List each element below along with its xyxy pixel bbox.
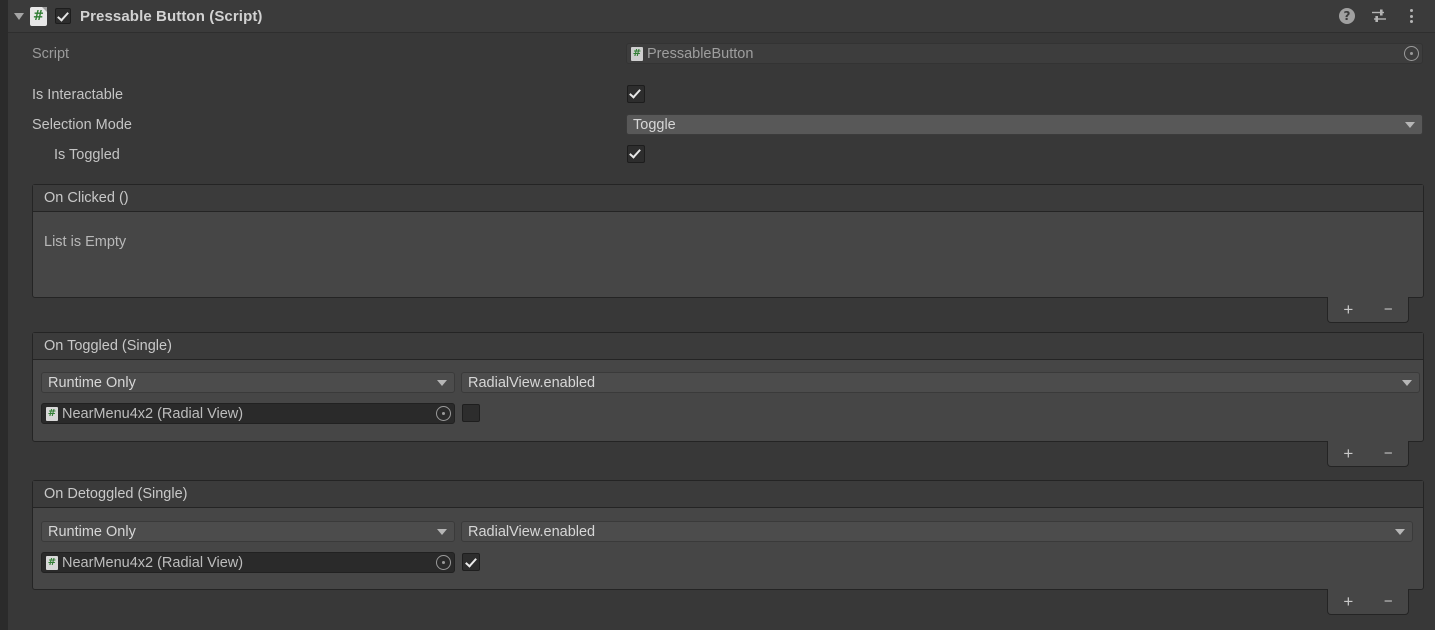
event-body: List is Empty bbox=[33, 212, 1423, 298]
event-header[interactable]: On Toggled (Single) bbox=[33, 333, 1423, 360]
object-picker-icon[interactable] bbox=[1404, 46, 1419, 61]
script-row-label: Script bbox=[32, 46, 70, 62]
event-call-state-dropdown[interactable]: Runtime Only bbox=[41, 521, 455, 542]
object-picker-icon[interactable] bbox=[436, 555, 451, 570]
chevron-down-icon bbox=[437, 379, 447, 386]
event-box-on-clicked: On Clicked () List is Empty bbox=[32, 184, 1424, 298]
event-function-dropdown[interactable]: RadialView.enabled bbox=[461, 372, 1420, 393]
is-interactable-row: Is Interactable bbox=[32, 87, 124, 103]
event-argument-checkbox[interactable] bbox=[462, 404, 480, 422]
event-header[interactable]: On Clicked () bbox=[33, 185, 1423, 212]
remove-event-button[interactable]: − bbox=[1384, 446, 1393, 461]
event-argument-checkbox[interactable] bbox=[462, 553, 480, 571]
preset-icon[interactable] bbox=[1371, 8, 1387, 24]
more-menu-icon[interactable] bbox=[1403, 8, 1419, 24]
csharp-script-mini-icon: # bbox=[46, 406, 58, 421]
is-toggled-row: Is Toggled bbox=[54, 147, 120, 163]
event-target-object-field[interactable]: # NearMenu4x2 (Radial View) bbox=[41, 403, 455, 424]
chevron-down-icon bbox=[1405, 121, 1415, 128]
csharp-script-mini-icon: # bbox=[631, 46, 643, 61]
remove-event-button[interactable]: − bbox=[1384, 302, 1393, 317]
csharp-script-mini-icon: # bbox=[46, 555, 58, 570]
header-icon-group: ? bbox=[1339, 8, 1435, 24]
event-header[interactable]: On Detoggled (Single) bbox=[33, 481, 1423, 508]
chevron-down-icon bbox=[437, 528, 447, 535]
chevron-down-icon bbox=[1402, 379, 1412, 386]
selection-mode-dropdown[interactable]: Toggle bbox=[626, 114, 1423, 135]
event-footer-on-toggled: + − bbox=[1327, 441, 1409, 467]
foldout-arrow-icon[interactable] bbox=[8, 0, 30, 33]
component-enabled-checkbox[interactable] bbox=[55, 8, 71, 24]
add-event-button[interactable]: + bbox=[1343, 301, 1353, 318]
is-interactable-checkbox[interactable] bbox=[627, 85, 645, 103]
csharp-script-icon: # bbox=[30, 6, 47, 26]
event-function-dropdown[interactable]: RadialView.enabled bbox=[461, 521, 1413, 542]
chevron-down-icon bbox=[1395, 528, 1405, 535]
component-title: Pressable Button (Script) bbox=[80, 7, 263, 25]
remove-event-button[interactable]: − bbox=[1384, 594, 1393, 609]
component-header[interactable]: # Pressable Button (Script) ? bbox=[8, 0, 1435, 33]
event-target-object-field[interactable]: # NearMenu4x2 (Radial View) bbox=[41, 552, 455, 573]
selection-mode-row: Selection Mode bbox=[32, 117, 132, 133]
event-footer-on-detoggled: + − bbox=[1327, 589, 1409, 615]
event-footer-on-clicked: + − bbox=[1327, 297, 1409, 323]
script-object-field: # PressableButton bbox=[626, 43, 1423, 64]
add-event-button[interactable]: + bbox=[1343, 593, 1353, 610]
inspector-left-gutter bbox=[0, 0, 8, 630]
object-picker-icon[interactable] bbox=[436, 406, 451, 421]
is-toggled-checkbox[interactable] bbox=[627, 145, 645, 163]
empty-list-text: List is Empty bbox=[44, 234, 127, 250]
help-icon[interactable]: ? bbox=[1339, 8, 1355, 24]
event-call-state-dropdown[interactable]: Runtime Only bbox=[41, 372, 455, 393]
add-event-button[interactable]: + bbox=[1343, 445, 1353, 462]
